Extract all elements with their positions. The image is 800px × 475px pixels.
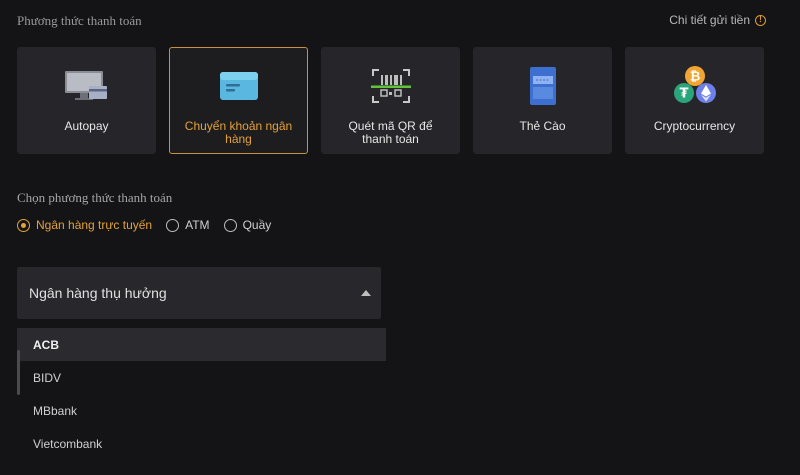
- method-card-bank-transfer[interactable]: Chuyển khoản ngân hàng: [169, 47, 308, 154]
- method-label: Thẻ Cào: [519, 119, 566, 133]
- method-card-qr[interactable]: Quét mã QR để thanh toán: [321, 47, 460, 154]
- bank-option-bidv[interactable]: BIDV: [17, 361, 386, 394]
- choose-method-title: Chọn phương thức thanh toán: [17, 190, 173, 205]
- method-label: Chuyển khoản ngân hàng: [184, 119, 293, 146]
- crypto-coins-icon: ₿ ₮: [671, 66, 719, 106]
- monitor-icon: [63, 66, 111, 106]
- payment-type-radios: Ngân hàng trực tuyến ATM Quầy: [17, 218, 271, 232]
- radio-label: Quầy: [242, 218, 272, 232]
- qr-scan-icon: [369, 66, 413, 106]
- method-label: Quét mã QR để thanh toán: [348, 119, 433, 146]
- beneficiary-bank-select[interactable]: Ngân hàng thụ hưởng: [17, 267, 381, 319]
- svg-text:₮: ₮: [679, 87, 688, 102]
- radio-atm[interactable]: ATM: [166, 218, 210, 232]
- radio-label: ATM: [185, 218, 210, 232]
- radio-dot: [17, 218, 30, 232]
- svg-text:₿: ₿: [689, 70, 700, 85]
- card-icon: [217, 66, 261, 106]
- scratch-card-icon: [528, 66, 558, 106]
- bank-option-vietcombank[interactable]: Vietcombank: [17, 427, 386, 460]
- deposit-details-link[interactable]: Chi tiết gửi tiền !: [669, 13, 766, 27]
- method-card-crypto[interactable]: ₿ ₮ Cryptocurrency: [625, 47, 764, 154]
- method-label: Autopay: [64, 119, 109, 133]
- radio-counter[interactable]: Quầy: [223, 218, 272, 232]
- radio-dot: [223, 218, 237, 232]
- payment-methods: Autopay Chuyển khoản ngân hàng Quét mã Q…: [17, 47, 764, 154]
- method-card-autopay[interactable]: Autopay: [17, 47, 156, 154]
- caret-up-icon: [361, 290, 371, 296]
- deposit-details-label: Chi tiết gửi tiền: [669, 13, 750, 27]
- select-label: Ngân hàng thụ hưởng: [29, 285, 167, 301]
- bank-option-acb[interactable]: ACB: [17, 328, 386, 361]
- section-title: Phương thức thanh toán: [17, 13, 142, 28]
- info-icon: !: [755, 14, 766, 26]
- bank-dropdown-list: ACB BIDV MBbank Vietcombank: [17, 328, 386, 460]
- bank-option-mbbank[interactable]: MBbank: [17, 394, 386, 427]
- scrollbar[interactable]: [17, 350, 20, 395]
- radio-online-banking[interactable]: Ngân hàng trực tuyến: [17, 218, 152, 232]
- method-label: Cryptocurrency: [653, 119, 736, 133]
- radio-label: Ngân hàng trực tuyến: [36, 218, 153, 232]
- radio-dot: [166, 218, 180, 232]
- method-card-scratch[interactable]: Thẻ Cào: [473, 47, 612, 154]
